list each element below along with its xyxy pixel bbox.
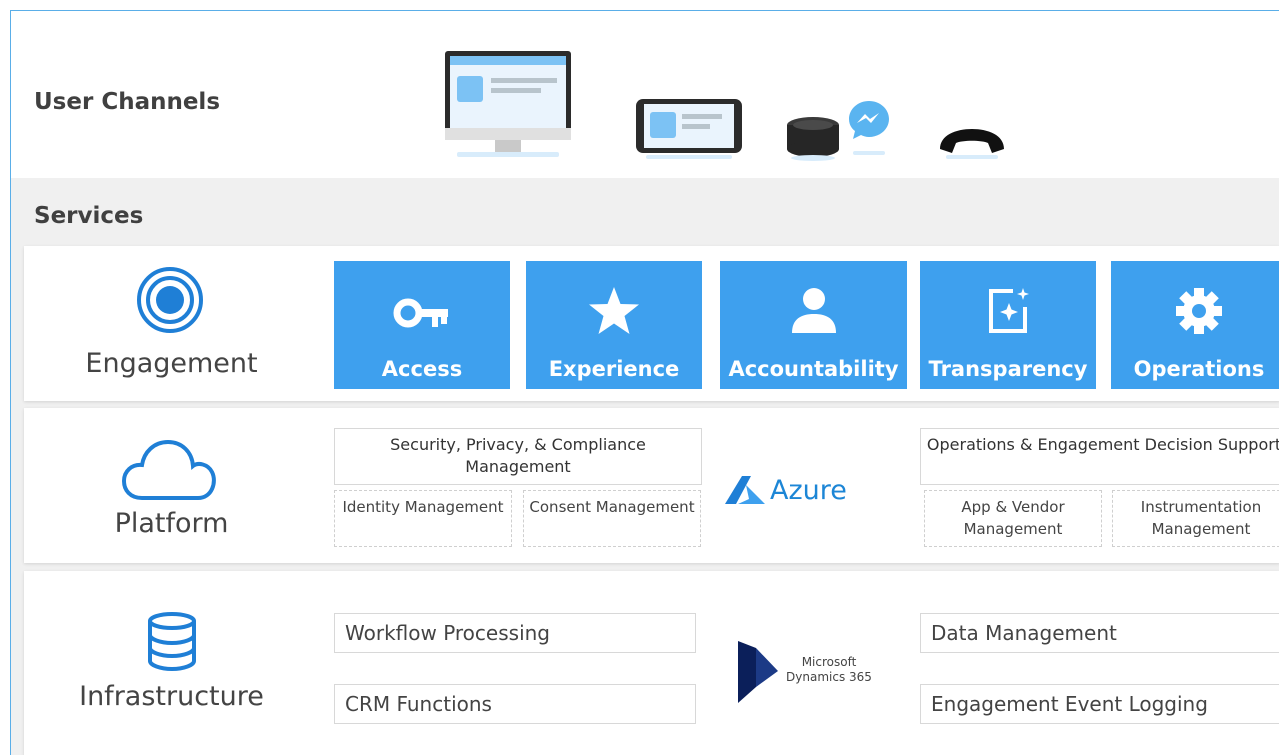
- app-vendor-management-text: App & Vendor Management: [961, 498, 1065, 538]
- operations-tile[interactable]: Operations: [1111, 261, 1279, 389]
- gear-icon: [1176, 288, 1222, 334]
- crm-functions-box: CRM Functions: [334, 684, 696, 724]
- azure-text: Azure: [770, 474, 847, 506]
- identity-management-box: Identity Management: [334, 490, 512, 547]
- database-icon: [148, 612, 196, 672]
- azure-logo: Azure: [724, 468, 847, 512]
- consent-management-text: Consent Management: [529, 498, 695, 516]
- experience-tile[interactable]: Experience: [526, 261, 702, 389]
- operations-engagement-decision-support-box: Operations & Engagement Decision Support: [920, 428, 1279, 485]
- instrumentation-management-box: Instrumentation Management: [1112, 490, 1279, 547]
- data-management-box: Data Management: [920, 613, 1279, 653]
- engagement-layer: Engagement Access Experience Accountabil…: [24, 246, 1279, 401]
- transparency-tile[interactable]: Transparency: [920, 261, 1096, 389]
- star-icon: [589, 287, 639, 334]
- mobile-phone-icon: [636, 99, 742, 159]
- cloud-icon: [121, 439, 216, 500]
- security-privacy-compliance-box: Security, Privacy, & Compliance Manageme…: [334, 428, 702, 485]
- architecture-diagram: User Channels Services Engagement Access…: [10, 10, 1279, 755]
- dynamics-365-logo-icon: [738, 641, 778, 703]
- infrastructure-layer: Infrastructure Workflow Processing CRM F…: [24, 571, 1279, 755]
- messenger-icon: [849, 101, 889, 155]
- accountability-tile[interactable]: Accountability: [720, 261, 907, 389]
- sparkle-frame-icon: [989, 288, 1029, 333]
- operations-label: Operations: [1133, 357, 1265, 381]
- accountability-label: Accountability: [728, 357, 899, 381]
- services-section: Services Engagement Access Experience Ac…: [11, 178, 1279, 755]
- user-channels-section: User Channels: [11, 11, 1279, 178]
- access-label: Access: [381, 357, 463, 381]
- dynamics-line-microsoft: Microsoft: [801, 655, 857, 669]
- security-privacy-compliance-text: Security, Privacy, & Compliance Manageme…: [390, 435, 646, 476]
- services-title: Services: [34, 203, 144, 229]
- engagement-label: Engagement: [85, 348, 258, 379]
- transparency-label: Transparency: [928, 357, 1088, 381]
- smart-speaker-icon: [787, 117, 839, 161]
- target-circle-icon: [137, 267, 203, 333]
- access-tile[interactable]: Access: [334, 261, 510, 389]
- app-vendor-management-box: App & Vendor Management: [924, 490, 1102, 547]
- consent-management-box: Consent Management: [523, 490, 701, 547]
- workflow-processing-text: Workflow Processing: [345, 621, 550, 645]
- platform-label: Platform: [114, 508, 229, 539]
- dynamics-365-text: Microsoft Dynamics 365: [784, 655, 874, 685]
- crm-functions-text: CRM Functions: [345, 692, 492, 716]
- identity-management-text: Identity Management: [342, 498, 504, 516]
- infrastructure-label: Infrastructure: [79, 681, 264, 712]
- data-management-text: Data Management: [931, 621, 1117, 645]
- microsoft-dynamics-365-logo: Microsoft Dynamics 365: [724, 639, 884, 709]
- operations-engagement-decision-support-text: Operations & Engagement Decision Support: [926, 435, 1279, 454]
- user-channels-title: User Channels: [34, 89, 221, 115]
- key-icon: [393, 298, 448, 328]
- desktop-monitor-icon: [445, 51, 571, 157]
- dynamics-line-dynamics-365: Dynamics 365: [786, 670, 872, 684]
- engagement-event-logging-text: Engagement Event Logging: [931, 692, 1208, 716]
- experience-label: Experience: [548, 357, 680, 381]
- engagement-event-logging-box: Engagement Event Logging: [920, 684, 1279, 724]
- telephone-icon: [940, 129, 1004, 159]
- azure-logo-icon: [725, 476, 765, 504]
- person-icon: [791, 288, 836, 333]
- workflow-processing-box: Workflow Processing: [334, 613, 696, 653]
- platform-layer: Platform Security, Privacy, & Compliance…: [24, 408, 1279, 563]
- instrumentation-management-text: Instrumentation Management: [1140, 498, 1262, 538]
